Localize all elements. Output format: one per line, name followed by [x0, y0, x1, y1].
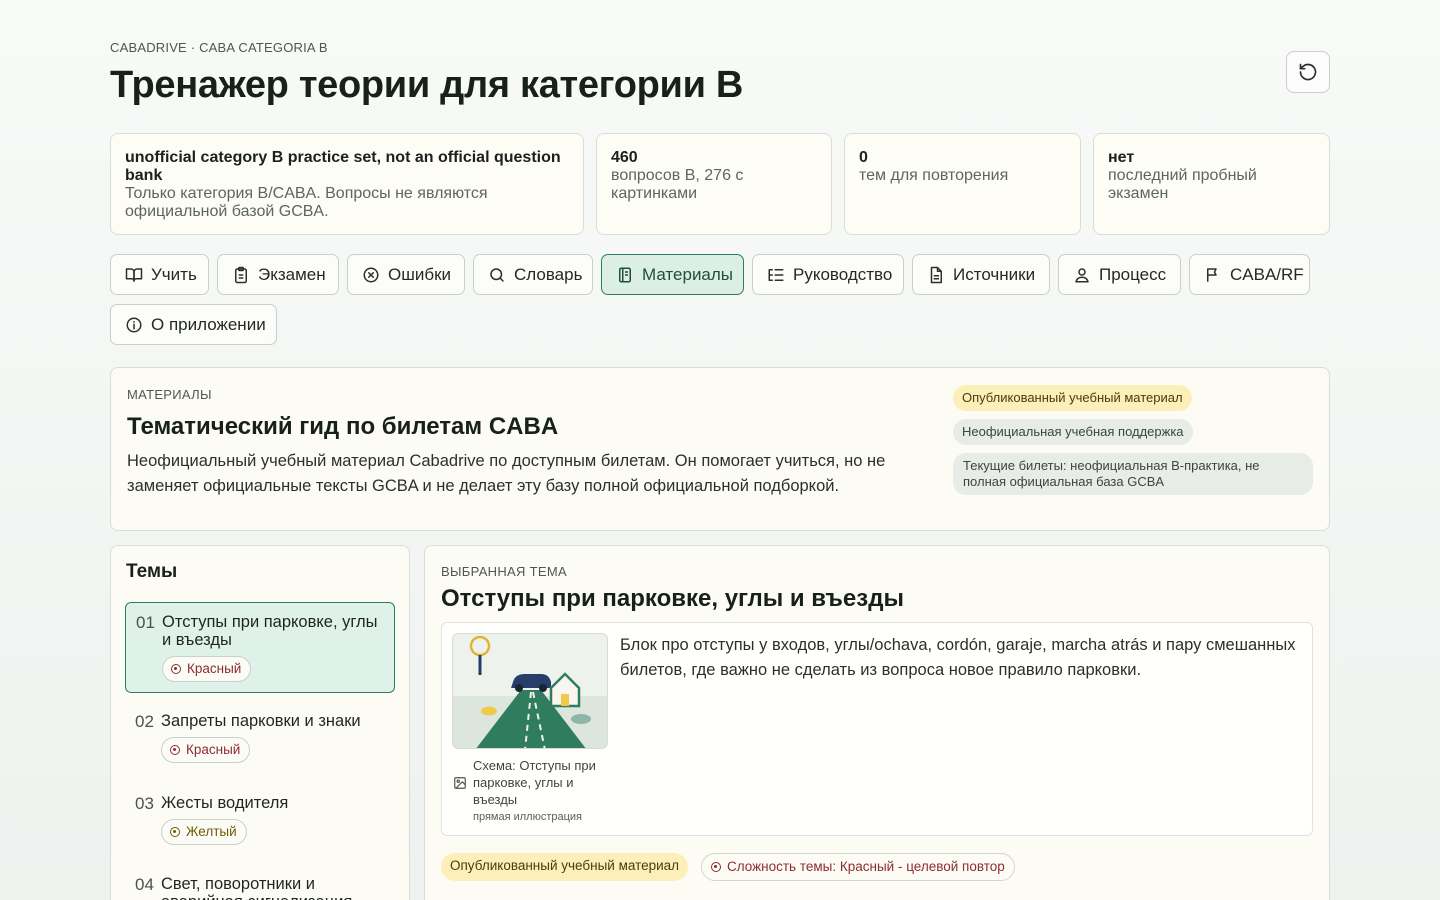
- difficulty-label: Красный: [187, 661, 242, 676]
- nav-glossary-button[interactable]: Словарь: [473, 254, 593, 295]
- materials-eyebrow: МАТЕРИАЛЫ: [127, 387, 212, 402]
- list-tree-icon: [768, 268, 784, 281]
- stat-subtitle: последний пробный экзамен: [1108, 167, 1257, 202]
- stat-card-questions: 460 вопросов B, 276 с картинками: [596, 133, 832, 235]
- stat-subtitle: вопросов B, 276 с картинками: [611, 167, 744, 202]
- selected-topic-panel: ВЫБРАННАЯ ТЕМА Отступы при парковке, угл…: [424, 545, 1330, 900]
- refresh-icon: [1299, 63, 1317, 81]
- topics-title: Темы: [126, 561, 178, 582]
- flag-icon: [1207, 267, 1217, 282]
- selected-description: Блок про отступы у входов, углы/ochava, …: [620, 636, 1296, 679]
- nav-label: Руководство: [793, 264, 893, 284]
- selected-eyebrow: ВЫБРАННАЯ ТЕМА: [441, 564, 567, 579]
- stat-value: 460: [611, 149, 638, 166]
- target-icon: [171, 664, 181, 674]
- x-circle-icon: [363, 267, 379, 282]
- nav-caba-rf-button[interactable]: CABA/RF: [1189, 254, 1310, 295]
- image-icon: [454, 777, 466, 789]
- road-scene-illustration: [453, 634, 607, 748]
- materials-title: Тематический гид по билетам CABA: [127, 413, 559, 440]
- topic-number: 02: [135, 712, 154, 731]
- target-icon: [711, 862, 721, 872]
- nav-label: Ошибки: [388, 264, 452, 284]
- difficulty-label: Красный: [186, 742, 241, 757]
- topic-number: 04: [135, 875, 154, 894]
- target-icon: [170, 827, 180, 837]
- user-check-icon: [1075, 267, 1089, 282]
- difficulty-label: Сложность темы: Красный - целевой повтор: [727, 859, 1005, 874]
- materials-panel: МАТЕРИАЛЫ Тематический гид по билетам CA…: [110, 367, 1330, 531]
- nav-guide-button[interactable]: Руководство: [752, 254, 904, 295]
- topic-name: Запреты парковки и знаки: [161, 712, 361, 730]
- info-icon: [126, 317, 142, 332]
- nav-label: О приложении: [151, 314, 266, 334]
- topic-name: Жесты водителя: [161, 794, 289, 812]
- selected-title: Отступы при парковке, углы и въезды: [441, 585, 904, 612]
- nav-label: Материалы: [642, 264, 734, 284]
- topic-name: Свет, поворотники и аварийная сигнализац…: [161, 875, 352, 900]
- nav-about-button[interactable]: О приложении: [110, 304, 277, 345]
- notebook-icon: [619, 267, 631, 282]
- difficulty-tag: Красный: [162, 656, 252, 682]
- stat-card-review: 0 тем для повторения: [844, 133, 1081, 235]
- topic-summary-card: Схема: Отступы при парковке, углы и въез…: [441, 622, 1313, 836]
- page-title: Тренажер теории для категории B: [110, 64, 744, 106]
- reset-button[interactable]: [1286, 51, 1330, 93]
- nav-materials-button[interactable]: Материалы: [601, 254, 744, 295]
- nav-learn-button[interactable]: Учить: [110, 254, 209, 295]
- illustration-note: прямая иллюстрация: [473, 811, 583, 823]
- topic-item-01[interactable]: 01 Отступы при парковке, углы и въезды К…: [125, 602, 395, 693]
- stat-value: 0: [859, 149, 868, 166]
- book-open-icon: [125, 267, 143, 282]
- topic-illustration[interactable]: [452, 633, 608, 749]
- illustration-caption: Схема: Отступы при парковке, углы и въез…: [473, 758, 596, 807]
- topic-item-03[interactable]: 03 Жесты водителя Желтый: [125, 784, 395, 854]
- stat-title: unofficial category B practice set, not …: [125, 149, 561, 184]
- search-icon: [490, 267, 504, 282]
- file-text-icon: [930, 266, 942, 283]
- stat-subtitle: тем для повторения: [859, 167, 1009, 184]
- nav-process-button[interactable]: Процесс: [1058, 254, 1181, 295]
- published-badge: Опубликованный учебный материал: [953, 385, 1192, 411]
- unofficial-badge: Неофициальная учебная поддержка: [953, 419, 1193, 445]
- nav-label: CABA/RF: [1230, 264, 1304, 284]
- materials-description: Неофициальный учебный материал Cabadrive…: [127, 452, 886, 495]
- topic-number: 03: [135, 794, 154, 813]
- nav-label: Процесс: [1099, 264, 1167, 284]
- topic-name: Отступы при парковке, углы и въезды: [162, 613, 378, 649]
- topics-panel: Темы 01 Отступы при парковке, углы и въе…: [110, 545, 410, 900]
- stat-card-last-exam: нет последний пробный экзамен: [1093, 133, 1330, 235]
- clipboard-icon: [235, 266, 247, 283]
- tickets-badge: Текущие билеты: неофициальная B-практика…: [953, 453, 1313, 495]
- difficulty-tag: Красный: [161, 737, 251, 763]
- difficulty-label: Желтый: [186, 824, 237, 839]
- difficulty-badge: Сложность темы: Красный - целевой повтор: [701, 853, 1015, 881]
- nav-mistakes-button[interactable]: Ошибки: [347, 254, 465, 295]
- nav-exam-button[interactable]: Экзамен: [217, 254, 339, 295]
- nav-label: Источники: [953, 264, 1036, 284]
- target-icon: [170, 745, 180, 755]
- stat-value: нет: [1108, 149, 1135, 166]
- published-badge: Опубликованный учебный материал: [441, 853, 689, 881]
- app-eyebrow: CABADRIVE · CABA CATEGORIA B: [110, 40, 328, 55]
- nav-label: Словарь: [514, 264, 583, 284]
- stat-card-disclaimer: unofficial category B practice set, not …: [110, 133, 584, 235]
- topic-item-04[interactable]: 04 Свет, поворотники и аварийная сигнали…: [125, 865, 395, 900]
- difficulty-tag: Желтый: [161, 819, 247, 845]
- topic-item-02[interactable]: 02 Запреты парковки и знаки Красный: [125, 702, 395, 772]
- stat-subtitle: Только категория B/CABA. Вопросы не явля…: [125, 185, 488, 220]
- nav-sources-button[interactable]: Источники: [912, 254, 1050, 295]
- topic-number: 01: [136, 613, 155, 632]
- nav-label: Экзамен: [258, 264, 326, 284]
- nav-label: Учить: [151, 264, 197, 284]
